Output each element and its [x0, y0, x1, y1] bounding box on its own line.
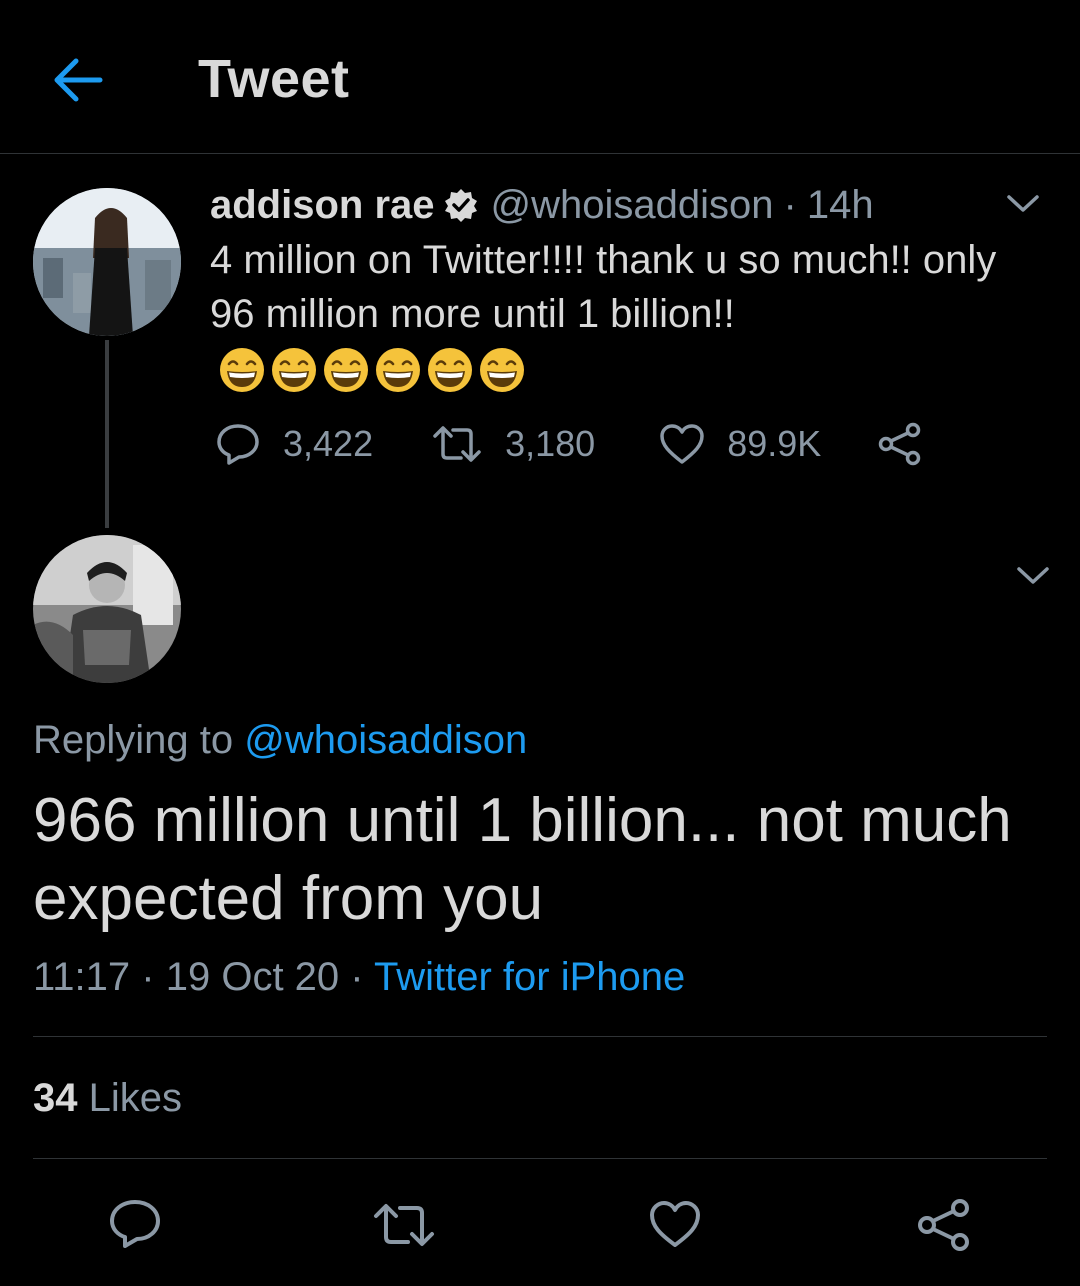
retweet-button[interactable]: 3,180	[431, 423, 595, 465]
separator-dot: ·	[141, 955, 155, 999]
reply-icon	[217, 424, 259, 465]
retweet-count: 3,180	[505, 423, 596, 464]
grinning-face-emoji-icon	[324, 348, 368, 393]
tweet-body: 4 million on Twitter!!!! thank u so much…	[210, 238, 997, 336]
replying-prefix: Replying to	[33, 718, 234, 762]
divider	[33, 1036, 1047, 1037]
tweet-date: 19 Oct 20	[165, 955, 340, 999]
user-handle[interactable]: @whoisaddison	[491, 180, 774, 230]
emoji-group	[218, 346, 526, 394]
share-button[interactable]	[916, 1198, 972, 1257]
likes-count: 34	[33, 1076, 78, 1120]
reply-button[interactable]	[108, 1198, 162, 1255]
thread-line	[105, 340, 109, 528]
back-button[interactable]	[48, 50, 108, 110]
tweet-header: addison rae @whoisaddison · 14h	[210, 180, 874, 230]
likes-summary[interactable]: 34 Likes	[33, 1076, 182, 1121]
separator-dot: ·	[783, 183, 797, 227]
tweet-meta: 11:17 · 19 Oct 20 · Twitter for iPhone	[33, 955, 685, 1000]
heart-icon	[650, 1201, 700, 1247]
tweet-source-link[interactable]: Twitter for iPhone	[374, 955, 685, 999]
retweet-button[interactable]	[372, 1202, 436, 1253]
header-bar: Tweet	[0, 0, 1080, 154]
verified-badge-icon	[443, 187, 479, 223]
tweet-actions: 3,422 3,180 89.9K	[215, 422, 945, 466]
heart-icon	[660, 424, 704, 464]
tweet-time: 11:17	[33, 955, 131, 999]
share-button[interactable]	[877, 422, 945, 466]
replying-handle-link[interactable]: @whoisaddison	[244, 718, 527, 762]
grinning-face-emoji-icon	[376, 348, 420, 393]
chevron-down-icon[interactable]	[1003, 188, 1043, 223]
avatar[interactable]	[33, 188, 181, 336]
separator-dot: ·	[350, 955, 364, 999]
like-button[interactable]: 89.9K	[659, 423, 821, 465]
chevron-down-icon[interactable]	[1013, 560, 1053, 595]
avatar[interactable]	[33, 535, 181, 683]
likes-label: Likes	[88, 1076, 183, 1120]
display-name[interactable]: addison rae	[210, 180, 435, 230]
grinning-face-emoji-icon	[428, 348, 472, 393]
share-icon	[918, 1199, 969, 1251]
like-count: 89.9K	[727, 423, 822, 464]
grinning-face-emoji-icon	[220, 348, 264, 393]
share-icon	[879, 422, 921, 466]
tweet-text: 966 million until 1 billion... not much …	[33, 786, 1012, 933]
arrow-left-icon	[54, 58, 103, 102]
tweet-text: 4 million on Twitter!!!! thank u so much…	[210, 233, 1040, 395]
retweet-icon	[433, 426, 481, 462]
reply-icon	[110, 1200, 160, 1248]
tweet-time[interactable]: 14h	[807, 180, 874, 230]
grinning-face-emoji-icon	[272, 348, 316, 393]
page-title: Tweet	[198, 49, 350, 109]
divider	[33, 1158, 1047, 1159]
replying-to: Replying to @whoisaddison	[33, 718, 527, 763]
like-button[interactable]	[648, 1200, 702, 1253]
reply-button[interactable]: 3,422	[215, 422, 373, 466]
retweet-icon	[374, 1204, 434, 1246]
grinning-face-emoji-icon	[480, 348, 524, 393]
reply-count: 3,422	[283, 423, 374, 464]
